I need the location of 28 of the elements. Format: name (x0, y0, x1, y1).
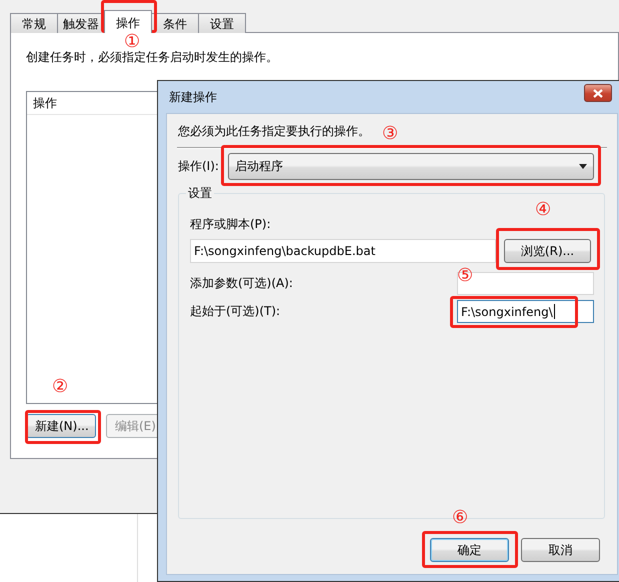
field-label: 添加参数(可选)(A): (190, 275, 293, 292)
field-label: 操作(I): (178, 158, 219, 175)
tab[interactable]: 常规 (10, 13, 58, 33)
tab[interactable]: 设置 (198, 13, 246, 33)
action-dropdown[interactable]: 启动程序 (228, 153, 594, 180)
tab[interactable]: 触发器 (57, 13, 105, 33)
step-number: ② (52, 377, 68, 397)
step-number: ① (124, 32, 140, 52)
close-button[interactable] (584, 84, 612, 102)
dialog-button[interactable]: 确定 (430, 538, 509, 562)
field-label: 起始于(可选)(T): (190, 303, 280, 320)
close-icon (593, 88, 603, 98)
step-number: ⑤ (457, 266, 474, 286)
action-button[interactable]: 新建(N)... (26, 414, 96, 438)
dialog-title: 新建操作 (169, 88, 217, 106)
description-text: 创建任务时，必须指定任务启动时发生的操作。 (26, 49, 279, 66)
program-field[interactable]: F:\songxinfeng\backupdbE.bat (190, 239, 496, 263)
step-number: ④ (535, 200, 552, 220)
dropdown-arrow-icon (578, 164, 587, 169)
tab[interactable]: 操作 (104, 10, 152, 33)
start-in-field[interactable]: F:\songxinfeng\ (457, 300, 594, 323)
browse-button[interactable]: 浏览(R)... (504, 239, 591, 263)
step-number: ⑥ (452, 508, 468, 528)
step-number: ③ (382, 124, 398, 144)
highlight-box (101, 0, 157, 33)
field-label: 程序或脚本(P): (190, 216, 272, 233)
dialog-button[interactable]: 取消 (521, 538, 600, 562)
instruction-text: 您必须为此任务指定要执行的操作。 (178, 123, 370, 140)
